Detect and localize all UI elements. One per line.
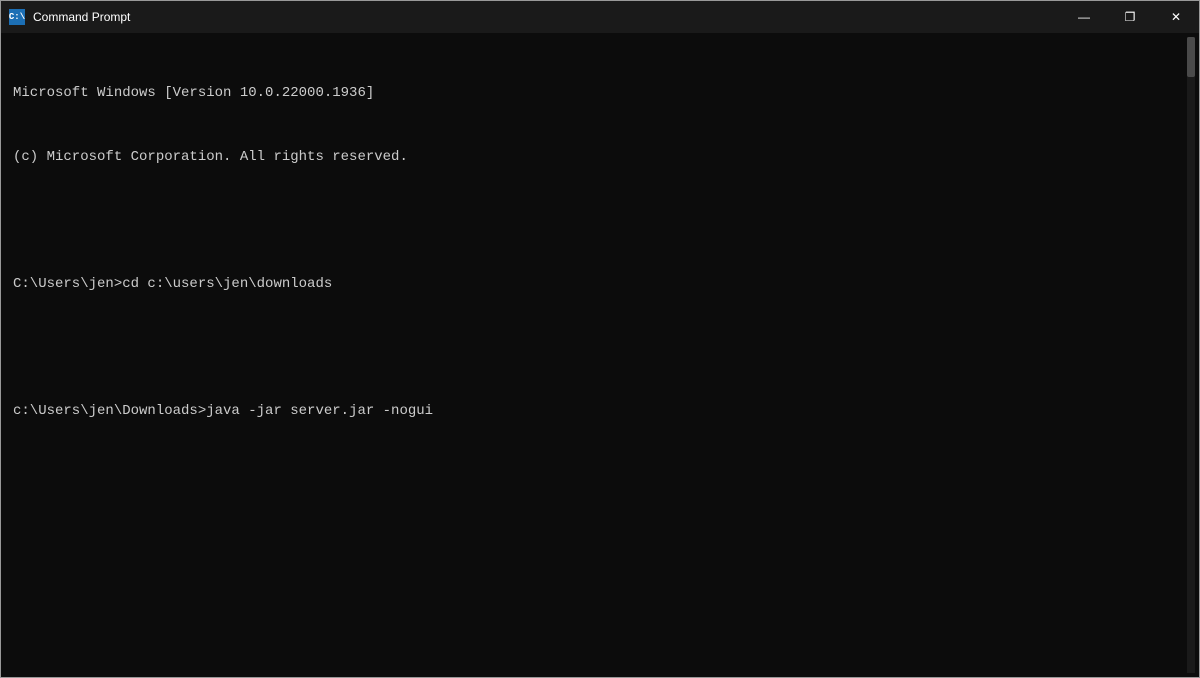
terminal-body[interactable]: Microsoft Windows [Version 10.0.22000.19…: [1, 33, 1199, 677]
terminal-line-5: [13, 338, 1179, 360]
command-prompt-window: C:\ Command Prompt — ❐ ✕ Microsoft Windo…: [0, 0, 1200, 678]
terminal-line-2: (c) Microsoft Corporation. All rights re…: [13, 147, 1179, 169]
scrollbar-thumb[interactable]: [1187, 37, 1195, 77]
cmd-logo: C:\: [9, 9, 25, 25]
minimize-button[interactable]: —: [1061, 1, 1107, 33]
scrollbar[interactable]: [1187, 37, 1195, 673]
titlebar: C:\ Command Prompt — ❐ ✕: [1, 1, 1199, 33]
terminal-line-1: Microsoft Windows [Version 10.0.22000.19…: [13, 83, 1179, 105]
titlebar-left: C:\ Command Prompt: [9, 9, 130, 25]
window-title: Command Prompt: [33, 10, 130, 24]
terminal-output: Microsoft Windows [Version 10.0.22000.19…: [13, 41, 1179, 465]
titlebar-controls: — ❐ ✕: [1061, 1, 1199, 33]
maximize-button[interactable]: ❐: [1107, 1, 1153, 33]
terminal-content: Microsoft Windows [Version 10.0.22000.19…: [5, 37, 1187, 673]
terminal-line-6: c:\Users\jen\Downloads>java -jar server.…: [13, 401, 1179, 423]
close-button[interactable]: ✕: [1153, 1, 1199, 33]
terminal-line-3: [13, 210, 1179, 232]
terminal-line-4: C:\Users\jen>cd c:\users\jen\downloads: [13, 274, 1179, 296]
window-icon: C:\: [9, 9, 25, 25]
